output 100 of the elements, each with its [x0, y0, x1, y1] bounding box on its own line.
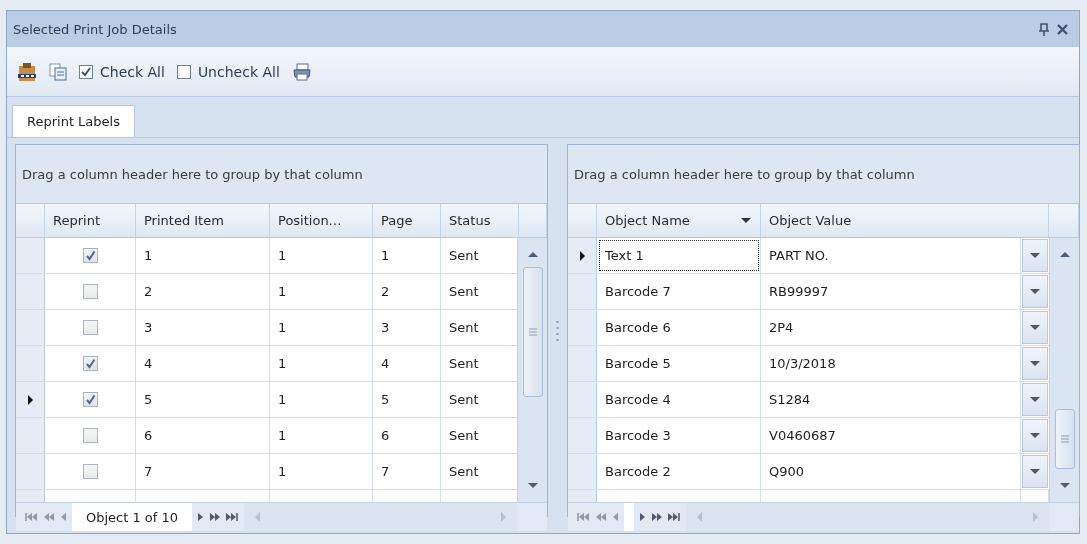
table-cell: 2P4	[761, 310, 1021, 345]
table-cell: 1	[270, 382, 373, 417]
grip-icon	[1059, 435, 1070, 443]
dropdown-button[interactable]	[1022, 383, 1048, 416]
row-indicator[interactable]	[568, 454, 597, 489]
row-indicator[interactable]	[16, 238, 45, 273]
checkbox[interactable]	[82, 284, 98, 299]
first-record-icon[interactable]	[577, 512, 590, 522]
row-indicator[interactable]	[16, 274, 45, 309]
table-cell: 2	[373, 274, 441, 309]
previous-record-icon[interactable]	[612, 512, 619, 522]
scroll-down-icon[interactable]	[1058, 481, 1071, 490]
caret-icon	[1029, 287, 1041, 296]
dropdown-button[interactable]	[1022, 311, 1048, 344]
row-indicator[interactable]	[568, 382, 597, 417]
row-indicator[interactable]	[16, 454, 45, 489]
dropdown-button[interactable]	[1022, 455, 1048, 488]
last-record-icon[interactable]	[668, 512, 681, 522]
row-indicator[interactable]	[568, 418, 597, 453]
column-header[interactable]: Object Name	[605, 213, 690, 228]
next-record-icon[interactable]	[639, 512, 646, 522]
column-header[interactable]: Page	[373, 204, 441, 237]
scroll-down-icon[interactable]	[526, 481, 539, 490]
copy-icon[interactable]	[49, 62, 67, 81]
row-indicator[interactable]	[568, 346, 597, 381]
horizontal-scrollbar[interactable]	[686, 503, 1049, 531]
caret-icon	[1029, 467, 1041, 476]
scroll-up-icon[interactable]	[526, 250, 539, 259]
table-cell: 1	[136, 238, 270, 273]
row-indicator[interactable]	[568, 238, 597, 273]
last-record-icon[interactable]	[226, 512, 240, 522]
clipboard-icon[interactable]	[17, 61, 37, 82]
previous-page-icon[interactable]	[43, 512, 55, 522]
scroll-right-icon[interactable]	[1032, 511, 1039, 523]
table-cell: 1	[270, 274, 373, 309]
column-header[interactable]: Reprint	[45, 204, 136, 237]
table-cell: RB99997	[761, 274, 1021, 309]
scroll-thumb[interactable]	[1054, 409, 1075, 469]
check-all-button[interactable]: Check All	[79, 61, 165, 82]
dropdown-button[interactable]	[1022, 239, 1048, 272]
previous-record-icon[interactable]	[60, 512, 67, 522]
row-indicator[interactable]	[568, 274, 597, 309]
column-header[interactable]: Position…	[270, 204, 373, 237]
previous-page-icon[interactable]	[595, 512, 607, 522]
splitter-grip-icon[interactable]	[556, 318, 559, 343]
scroll-left-icon[interactable]	[254, 511, 262, 523]
tab[interactable]: Reprint Labels	[12, 105, 135, 137]
pin-icon[interactable]	[1038, 22, 1050, 36]
checkbox-icon	[176, 64, 191, 79]
column-header[interactable]: Status	[441, 204, 519, 237]
table-cell: 5	[373, 382, 441, 417]
row-indicator[interactable]	[16, 346, 45, 381]
table-cell: Barcode 5	[597, 346, 761, 381]
row-indicator[interactable]	[16, 418, 45, 453]
column-header[interactable]: Object Value	[761, 204, 1049, 237]
checkbox[interactable]	[82, 320, 98, 335]
filter-dropdown-icon[interactable]	[740, 216, 752, 225]
table-cell: V0460687	[761, 418, 1021, 453]
table-cell: 1	[270, 346, 373, 381]
dropdown-button[interactable]	[1022, 275, 1048, 308]
scroll-thumb[interactable]	[522, 267, 543, 397]
next-page-icon[interactable]	[651, 512, 663, 522]
table-cell: S1284	[761, 382, 1021, 417]
close-icon[interactable]	[1056, 22, 1069, 36]
checkbox[interactable]	[82, 356, 98, 371]
horizontal-scrollbar[interactable]	[244, 503, 517, 531]
table-cell: 1	[270, 310, 373, 345]
uncheck-all-button[interactable]: Uncheck All	[176, 61, 280, 82]
printer-icon[interactable]	[291, 62, 312, 81]
caret-icon	[1029, 323, 1041, 332]
checkbox[interactable]	[82, 392, 98, 407]
record-counter: Object 1 of 10	[72, 503, 193, 531]
caret-icon	[1029, 251, 1041, 260]
table-cell: Q900	[761, 454, 1021, 489]
checkbox[interactable]	[82, 464, 98, 479]
next-record-icon[interactable]	[197, 512, 205, 522]
checkmark-icon	[84, 250, 96, 261]
row-indicator[interactable]	[16, 310, 45, 345]
checkbox[interactable]	[82, 428, 98, 443]
next-page-icon[interactable]	[209, 512, 222, 522]
row-indicator[interactable]	[16, 382, 45, 417]
dropdown-button[interactable]	[1022, 347, 1048, 380]
table-cell: 1	[373, 238, 441, 273]
column-header[interactable]: Printed Item	[136, 204, 270, 237]
checkbox[interactable]	[82, 248, 98, 263]
caret-icon	[1029, 431, 1041, 440]
table-cell: 4	[373, 346, 441, 381]
scroll-left-icon[interactable]	[696, 511, 703, 523]
scroll-right-icon[interactable]	[500, 511, 507, 523]
row-indicator[interactable]	[568, 310, 597, 345]
dropdown-button[interactable]	[1022, 419, 1048, 452]
first-record-icon[interactable]	[25, 512, 38, 522]
scroll-up-icon[interactable]	[1058, 250, 1071, 259]
table-cell: Text 1	[597, 238, 761, 273]
table-cell: 5	[136, 382, 270, 417]
table-cell: 1	[270, 454, 373, 489]
table-cell: 1	[270, 418, 373, 453]
checkmark-icon	[84, 394, 96, 405]
grip-icon	[527, 328, 538, 336]
table-cell: 7	[136, 454, 270, 489]
